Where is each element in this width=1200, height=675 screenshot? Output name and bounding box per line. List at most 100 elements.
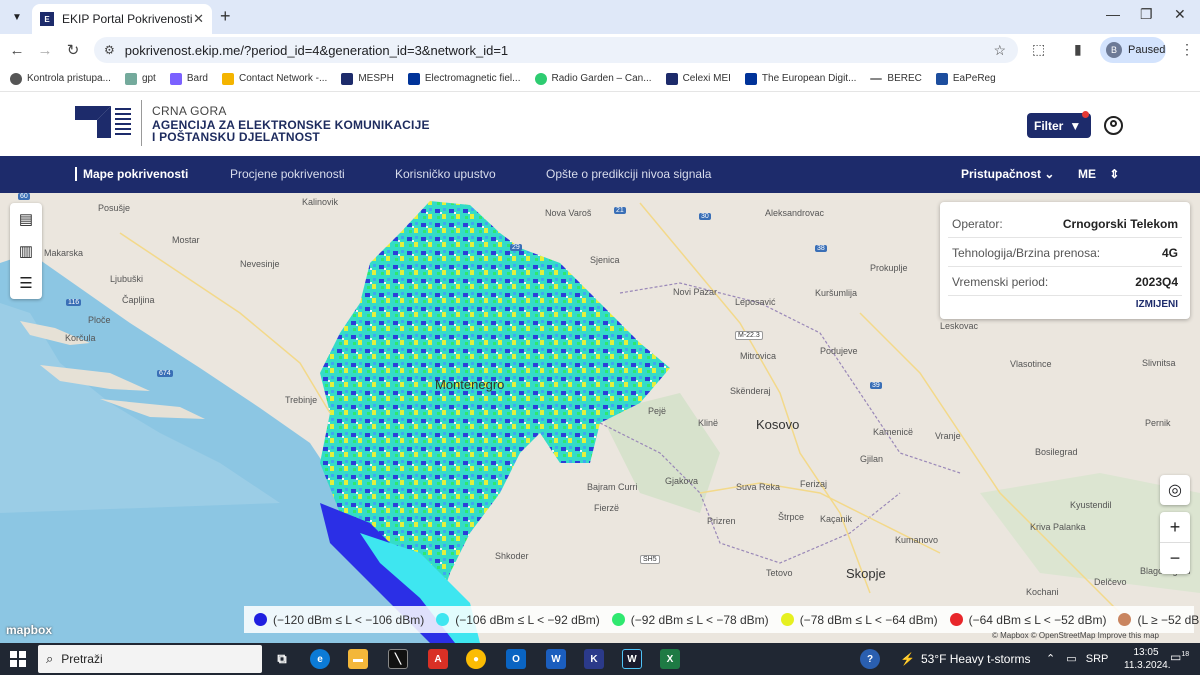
gpt-icon xyxy=(124,72,137,85)
nav-coverage-maps[interactable]: Mape pokrivenosti xyxy=(75,167,188,181)
legend-swatch xyxy=(1118,613,1132,626)
geolocate-icon[interactable]: ◎ xyxy=(1160,475,1190,505)
road-shield: 38 xyxy=(815,245,827,252)
nav-coverage-estimates[interactable]: Procjene pokrivenosti xyxy=(230,167,345,181)
road-shield: 39 xyxy=(870,382,882,389)
bookmark-item[interactable]: Contact Network -... xyxy=(221,72,327,85)
map-label: Vlasotince xyxy=(1010,359,1052,369)
map-label: Korčula xyxy=(65,333,96,343)
coverage-map[interactable]: Posušje Kalinovik Nova Varoš Aleksandrov… xyxy=(0,193,1200,643)
bookmark-item[interactable]: MESPH xyxy=(341,72,394,85)
side-panel-icon[interactable]: ▮ xyxy=(1074,41,1082,58)
tab-close-icon[interactable]: ✕ xyxy=(193,11,204,27)
map-label: Ljubuški xyxy=(110,274,144,284)
extensions-puzzle-icon[interactable]: ⬚ xyxy=(1032,41,1045,58)
browser-menu-icon[interactable]: ⋮ xyxy=(1180,41,1194,58)
weather-widget[interactable]: ⚡ 53°F Heavy t-storms xyxy=(900,652,1030,666)
map-layers-icon[interactable]: ▤ xyxy=(10,203,42,235)
map-label: Posušje xyxy=(98,203,131,213)
bookmark-item[interactable]: BEREC xyxy=(870,73,922,84)
user-account-icon[interactable] xyxy=(1104,116,1123,135)
eu-flag-icon xyxy=(407,72,420,85)
minimize-icon[interactable]: — xyxy=(1106,6,1120,22)
road-shield: 116 xyxy=(66,299,82,306)
help-icon[interactable]: ? xyxy=(860,649,880,669)
map-label: Skopje xyxy=(846,566,886,581)
excel-icon[interactable]: X xyxy=(660,649,680,669)
sliders-icon[interactable]: ☰ xyxy=(10,267,42,299)
language-selector[interactable]: ME ⇕ xyxy=(1078,167,1119,181)
system-tray[interactable]: ⌃ ▭ SRP xyxy=(1046,652,1108,665)
k-app-icon[interactable]: K xyxy=(584,649,604,669)
bookmark-item[interactable]: Radio Garden – Can... xyxy=(534,72,652,85)
site-settings-icon[interactable]: ⚙ xyxy=(104,43,115,57)
celexi-icon xyxy=(665,72,678,85)
map-label: Leskovac xyxy=(940,321,979,331)
map-label: Nova Varoš xyxy=(545,208,592,218)
legend-item: (−78 dBm ≤ L < −64 dBm) xyxy=(780,613,938,627)
reload-icon[interactable]: ↻ xyxy=(59,41,87,59)
nav-user-manual[interactable]: Korisničko upustvo xyxy=(395,167,496,181)
profile-button[interactable]: B Paused xyxy=(1100,37,1166,63)
map-label: Suva Reka xyxy=(736,482,781,492)
chart-icon[interactable]: ▥ xyxy=(10,235,42,267)
bookmark-item[interactable]: Electromagnetic fiel... xyxy=(407,72,521,85)
edge-icon[interactable]: e xyxy=(310,649,330,669)
taskbar-search[interactable]: ⌕ Pretraži xyxy=(38,645,262,673)
road-shield: 60 xyxy=(18,193,30,200)
map-label: Kamenicë xyxy=(873,427,914,437)
tab-search-chevron-icon[interactable]: ▼ xyxy=(6,6,28,28)
outlook-icon[interactable]: O xyxy=(506,649,526,669)
file-explorer-icon[interactable]: ▬ xyxy=(348,649,368,669)
agency-logo[interactable] xyxy=(75,104,133,140)
eu-flag-icon xyxy=(744,72,757,85)
bookmark-item[interactable]: Celexi MEI xyxy=(665,72,731,85)
epereg-icon xyxy=(935,72,948,85)
map-attribution[interactable]: © Mapbox © OpenStreetMap Improve this ma… xyxy=(992,631,1159,640)
clock[interactable]: 13:05 11.3.2024. xyxy=(1124,646,1171,672)
mapbox-logo[interactable]: mapbox xyxy=(6,623,52,637)
legend-swatch xyxy=(780,613,794,626)
window-close-icon[interactable]: ✕ xyxy=(1174,6,1186,23)
map-label: Kumanovo xyxy=(895,535,939,545)
zoom-in-button[interactable]: + xyxy=(1160,512,1190,543)
map-label: Aleksandrovac xyxy=(765,208,825,218)
legend-item: (−64 dBm ≤ L < −52 dBm) xyxy=(949,613,1106,627)
map-label: Kyustendil xyxy=(1070,500,1112,510)
legend-swatch xyxy=(254,613,267,626)
word-icon[interactable]: W xyxy=(546,649,566,669)
maximize-icon[interactable]: ❐ xyxy=(1140,6,1153,23)
map-label: Kaçanik xyxy=(820,514,853,524)
bookmark-item[interactable]: gpt xyxy=(124,72,156,85)
main-nav: Mape pokrivenosti Procjene pokrivenosti … xyxy=(0,156,1200,193)
acrobat-icon[interactable]: A xyxy=(428,649,448,669)
info-row-operator: Operator: Crnogorski Telekom xyxy=(948,210,1182,238)
filter-button[interactable]: Filter ▼ xyxy=(1027,111,1091,138)
accessibility-menu[interactable]: Pristupačnost ⌄ xyxy=(961,167,1054,181)
edit-button[interactable]: IZMIJENI xyxy=(1136,299,1178,310)
road-shield: 674 xyxy=(157,370,173,377)
bookmark-item[interactable]: Kontrola pristupa... xyxy=(10,72,111,85)
w-app-icon[interactable]: W xyxy=(622,649,642,669)
chrome-icon[interactable]: ● xyxy=(466,649,486,669)
nav-signal-prediction[interactable]: Opšte o predikciji nivoa signala xyxy=(546,167,711,181)
zoom-out-button[interactable]: − xyxy=(1160,543,1190,574)
windows-start-icon[interactable] xyxy=(10,651,26,667)
new-tab-plus-icon[interactable]: + xyxy=(220,6,231,27)
bookmark-star-icon[interactable]: ☆ xyxy=(993,42,1006,59)
back-arrow-icon[interactable]: ← xyxy=(3,42,31,59)
app-icon[interactable]: ╲ xyxy=(388,649,408,669)
forward-arrow-icon[interactable]: → xyxy=(31,42,59,59)
road-shield: SH5 xyxy=(640,555,660,564)
task-view-icon[interactable]: ⧉ xyxy=(272,649,292,669)
bookmark-item[interactable]: The European Digit... xyxy=(744,72,856,85)
site-header: CRNA GORA AGENCIJA ZA ELEKTRONSKE KOMUNI… xyxy=(0,92,1200,156)
url-text[interactable]: pokrivenost.ekip.me/?period_id=4&generat… xyxy=(125,43,508,58)
browser-tab[interactable]: E EKIP Portal Pokrivenosti ✕ xyxy=(32,4,212,34)
bookmark-item[interactable]: Bard xyxy=(169,72,208,85)
notification-icon[interactable]: ▭18 xyxy=(1170,650,1189,664)
signal-legend: (−120 dBm ≤ L < −106 dBm) (−106 dBm ≤ L … xyxy=(244,606,1200,633)
info-row-period: Vremenski period: 2023Q4 xyxy=(948,268,1182,296)
bookmark-item[interactable]: EaPeReg xyxy=(935,72,996,85)
address-bar[interactable]: ⚙ pokrivenost.ekip.me/?period_id=4&gener… xyxy=(94,37,1018,63)
